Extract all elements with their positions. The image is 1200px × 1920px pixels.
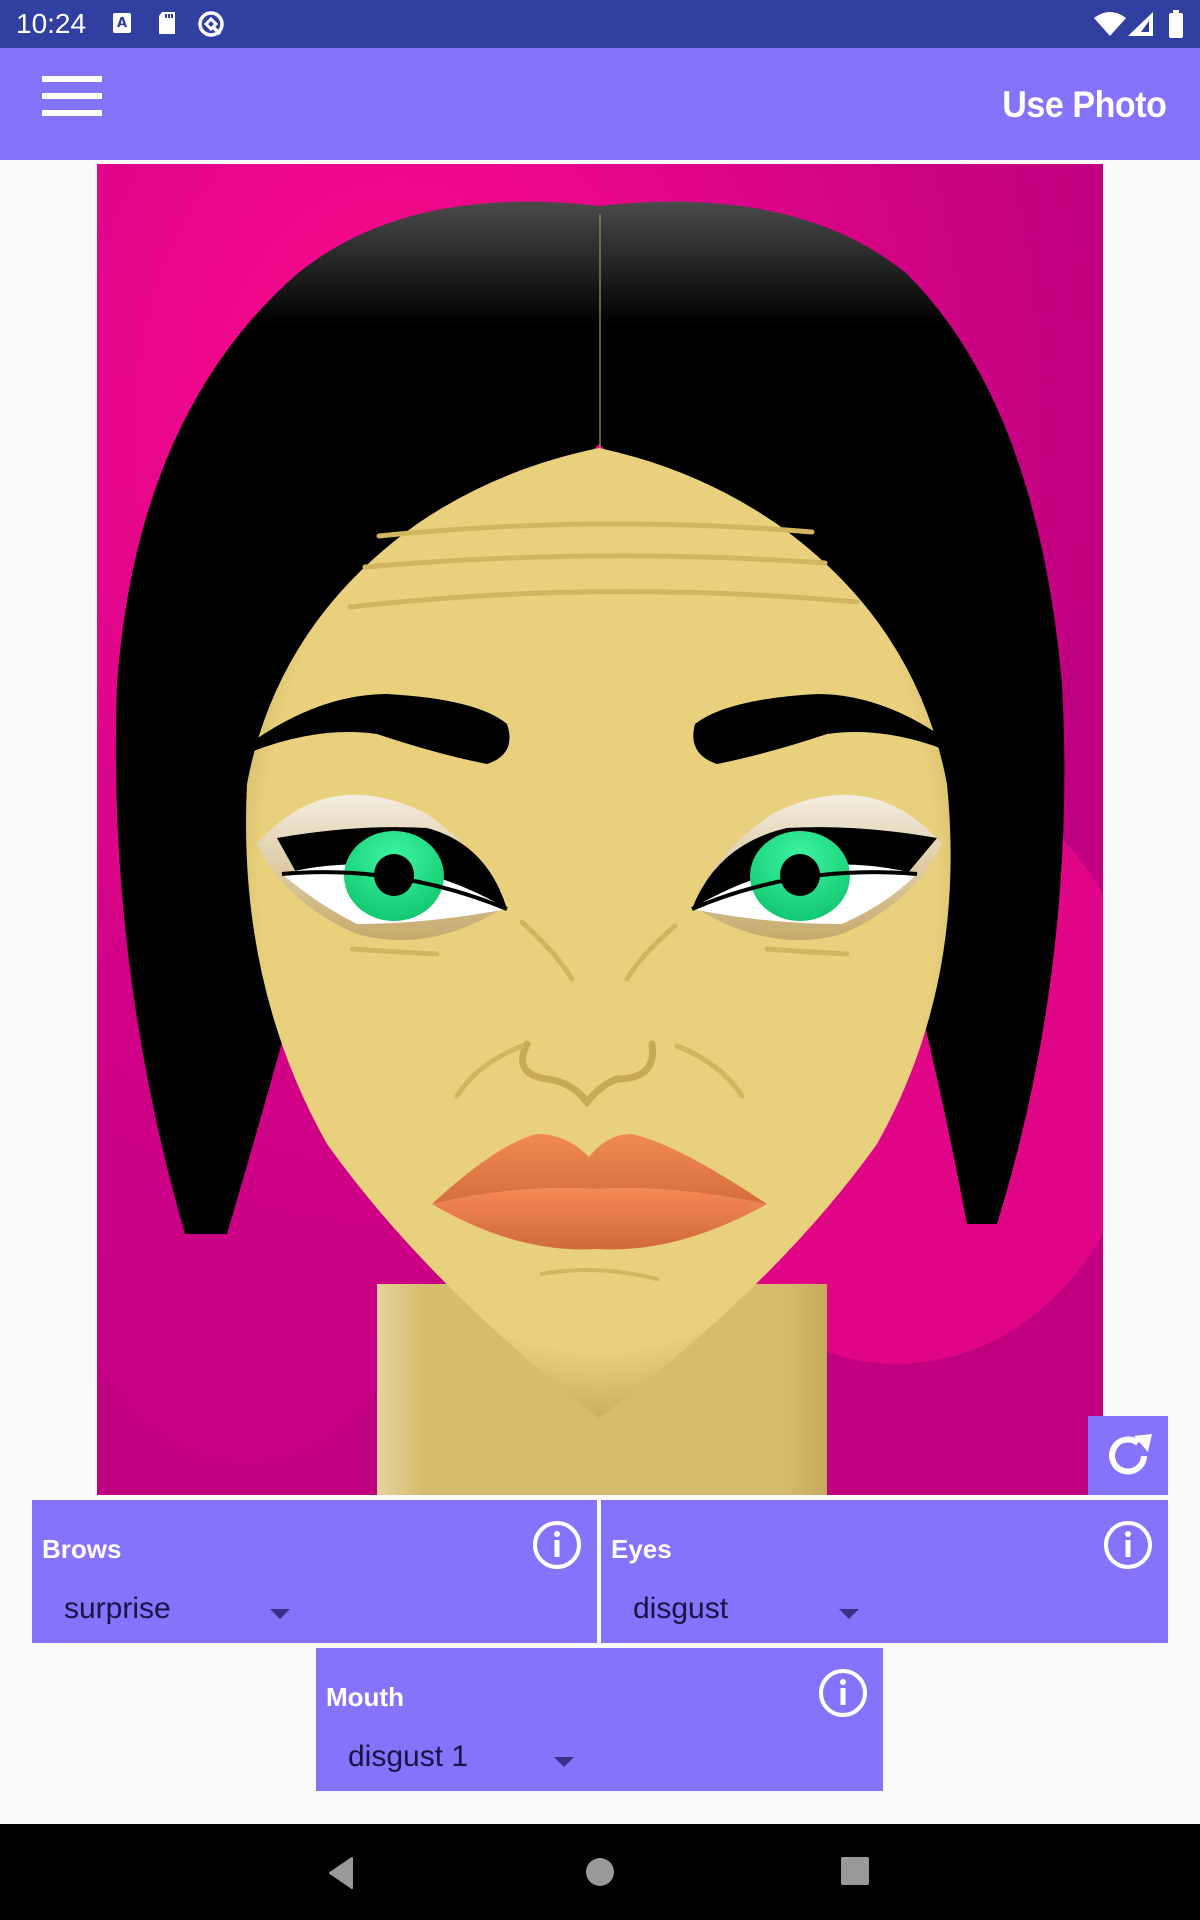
face-canvas[interactable] [97,164,1103,1495]
keyboard-a-icon: A [112,10,134,41]
refresh-icon [1109,1433,1152,1474]
chevron-down-icon [270,1609,290,1619]
app-bar: Use Photo [0,48,1200,160]
info-icon [819,1669,867,1717]
svg-text:A: A [117,16,127,31]
brows-label: Brows [42,1534,122,1564]
eyes-label: Eyes [611,1534,672,1564]
back-icon [329,1857,353,1889]
info-icon [1104,1521,1152,1569]
sd-card-icon [156,10,178,41]
eyes-info-button[interactable] [1103,1520,1153,1570]
use-photo-button[interactable]: Use Photo [1002,84,1167,126]
refresh-button[interactable] [1088,1416,1168,1495]
eyes-panel: Eyes disgust [601,1500,1168,1643]
brows-info-button[interactable] [532,1520,582,1570]
mouth-panel: Mouth disgust 1 [316,1648,883,1791]
recents-button[interactable] [840,1856,870,1891]
menu-button[interactable] [30,76,102,132]
signal-icon [1128,12,1154,41]
mouth-label: Mouth [326,1682,404,1712]
status-bar: 10:24 A [0,0,1200,48]
brows-panel: Brows surprise [32,1500,597,1643]
mouth-selected-value: disgust 1 [348,1740,469,1773]
mouth-dropdown[interactable]: disgust 1 [338,1728,588,1784]
menu-bar-bottom [42,110,102,116]
menu-bar-middle [42,93,102,99]
battery-icon [1168,10,1184,43]
wifi-icon [1094,12,1126,41]
eyes-selected-value: disgust [633,1592,729,1625]
mouth-info-button[interactable] [818,1668,868,1718]
face-illustration [97,164,1103,1495]
q-beta-icon [196,10,226,43]
recents-icon [841,1857,869,1885]
brows-dropdown[interactable]: surprise [54,1580,304,1636]
hamburger-menu-icon [42,76,102,82]
brows-selected-value: surprise [64,1592,171,1625]
chevron-down-icon [839,1609,859,1619]
info-icon [533,1521,581,1569]
navigation-bar [0,1824,1200,1920]
home-button[interactable] [584,1856,616,1893]
back-button[interactable] [326,1856,356,1895]
status-time: 10:24 [16,8,87,39]
eyes-dropdown[interactable]: disgust [623,1580,873,1636]
home-icon [586,1858,614,1886]
chevron-down-icon [554,1757,574,1767]
